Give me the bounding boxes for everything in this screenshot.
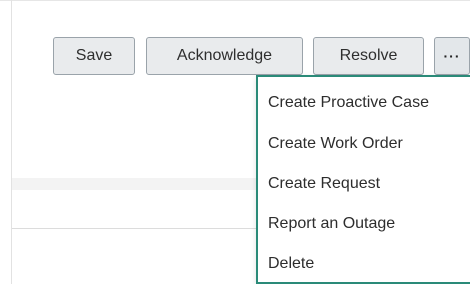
resolve-button[interactable]: Resolve	[313, 37, 424, 75]
save-button[interactable]: Save	[53, 37, 135, 75]
menu-item-report-an-outage[interactable]: Report an Outage	[268, 212, 395, 236]
more-actions-menu: Create Proactive Case Create Work Order …	[256, 75, 470, 284]
acknowledge-button-label: Acknowledge	[176, 47, 273, 64]
resolve-button-label: Resolve	[339, 47, 398, 64]
menu-item-create-work-order[interactable]: Create Work Order	[268, 132, 403, 156]
more-horizontal-icon: ···	[443, 48, 461, 64]
left-border	[11, 0, 12, 284]
save-button-label: Save	[75, 47, 113, 64]
page: Save Acknowledge Resolve ··· Create Proa…	[0, 0, 470, 284]
top-border	[0, 0, 470, 1]
acknowledge-button[interactable]: Acknowledge	[146, 37, 303, 75]
menu-item-delete[interactable]: Delete	[268, 252, 314, 276]
more-actions-button[interactable]: ···	[434, 37, 470, 75]
menu-item-create-request[interactable]: Create Request	[268, 172, 380, 196]
menu-item-create-proactive-case[interactable]: Create Proactive Case	[268, 91, 429, 115]
